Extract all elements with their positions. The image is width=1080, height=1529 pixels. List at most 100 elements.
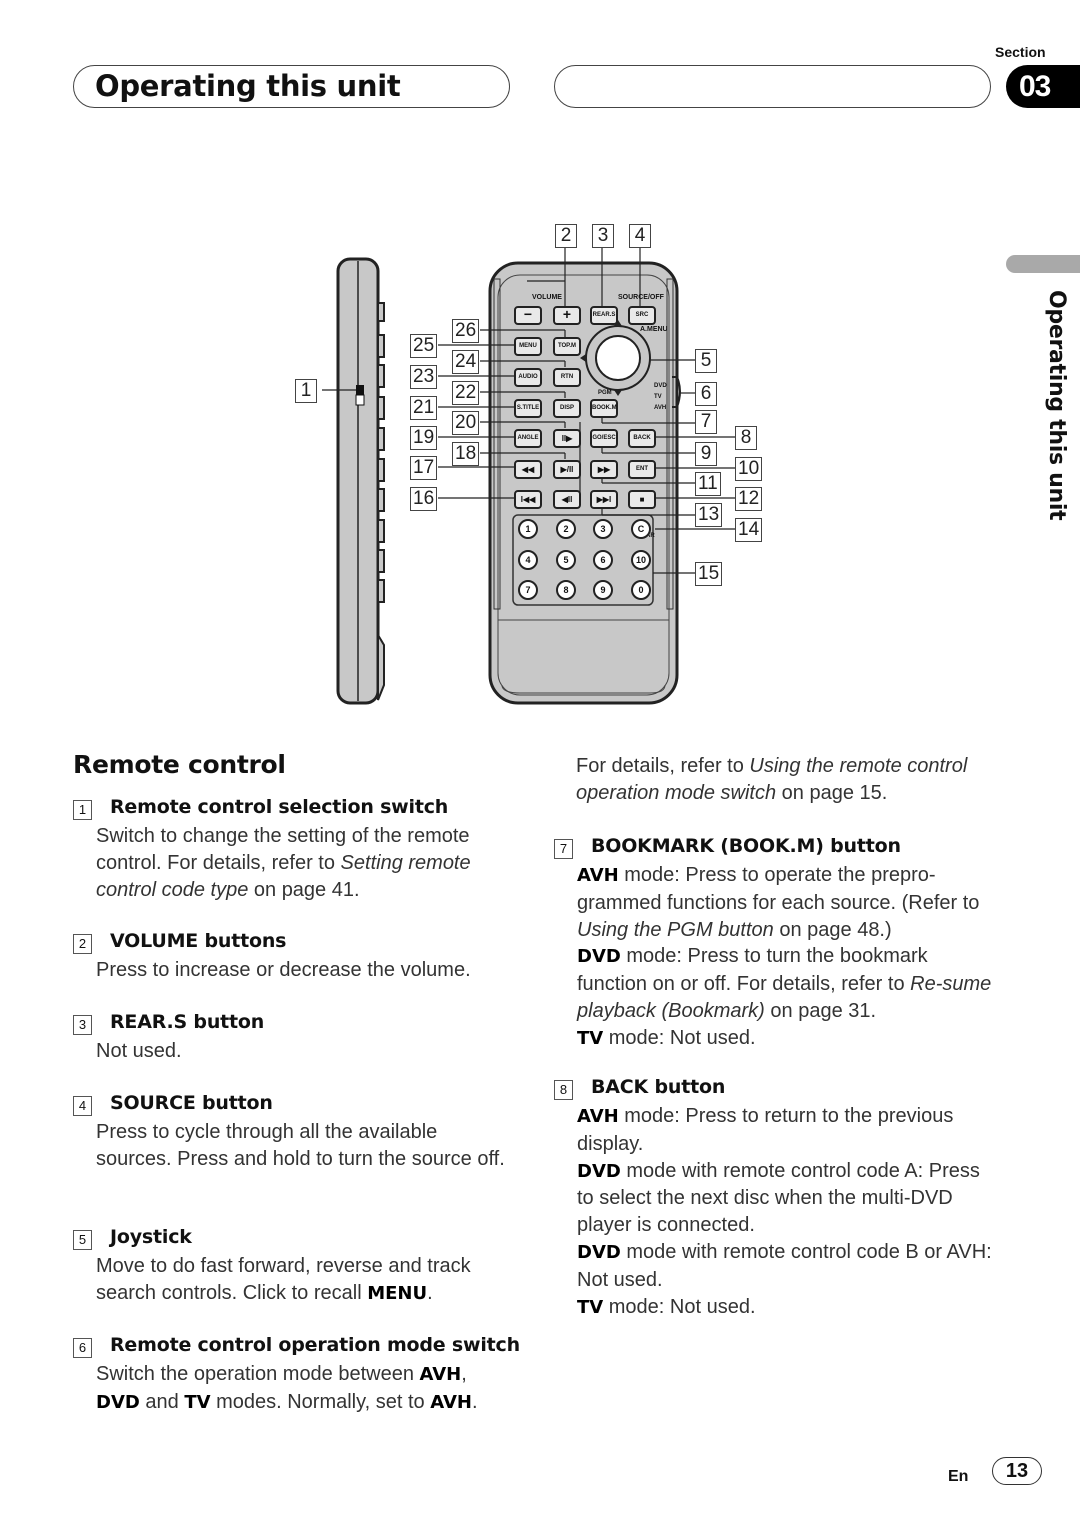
- ent-button[interactable]: ENT: [628, 460, 656, 479]
- num-key-3[interactable]: 3: [593, 519, 613, 539]
- text: .: [427, 1281, 433, 1304]
- callout-26: 26: [452, 319, 480, 343]
- previous-track-button[interactable]: I◀◀: [514, 490, 542, 509]
- emphasis: DVD: [577, 1160, 621, 1182]
- src-button[interactable]: SRC: [628, 306, 656, 325]
- callout-17: 17: [410, 456, 438, 480]
- rear-s-button[interactable]: REAR.S: [590, 306, 618, 325]
- section-number: 03: [1006, 65, 1080, 108]
- emphasis: DVD: [96, 1391, 140, 1413]
- callout-22: 22: [452, 381, 480, 405]
- pgm-label: PGM: [598, 390, 612, 396]
- mode-dvd-label: DVD: [654, 383, 667, 389]
- callout-4: 4: [629, 224, 651, 248]
- clear-button[interactable]: C: [631, 519, 651, 539]
- source-off-label: SOURCE/OFF: [618, 294, 664, 301]
- item-number: 8: [554, 1080, 573, 1100]
- item-title: Joystick: [110, 1226, 192, 1248]
- slow-reverse-button[interactable]: ◀II: [553, 490, 581, 509]
- text: Switch the operation mode between: [96, 1363, 420, 1385]
- item-title: SOURCE button: [110, 1092, 273, 1114]
- item-description: AVH mode: Press to return to the previou…: [577, 1103, 997, 1321]
- top-m-button[interactable]: TOP.M: [553, 337, 581, 356]
- audio-button[interactable]: AUDIO: [514, 368, 542, 387]
- s-title-button[interactable]: S.TITLE: [514, 399, 542, 418]
- angle-button[interactable]: ANGLE: [514, 429, 542, 448]
- dvd-code-a-text: DVD mode with remote control code A: Pre…: [577, 1158, 997, 1239]
- dvd-mode-text: DVD mode: Press to turn the bookmark fun…: [577, 943, 997, 1024]
- language-label: En: [948, 1468, 969, 1485]
- remote-control-diagram: VOLUME SOURCE/OFF A.MENU PGM CLEAR DVD T…: [280, 215, 800, 715]
- text: mode: Not used.: [603, 1295, 756, 1318]
- num-key-5[interactable]: 5: [556, 550, 576, 570]
- callout-3: 3: [592, 224, 614, 248]
- num-key-0[interactable]: 0: [631, 580, 651, 600]
- item-title: REAR.S button: [110, 1011, 265, 1033]
- tv-mode-text: TV mode: Not used.: [577, 1025, 997, 1053]
- callout-19: 19: [410, 426, 438, 450]
- emphasis: AVH: [419, 1364, 462, 1385]
- text: on page 41.: [248, 878, 360, 901]
- slow-forward-button[interactable]: II▶: [553, 429, 581, 448]
- num-key-9[interactable]: 9: [593, 580, 613, 600]
- num-key-4[interactable]: 4: [518, 550, 538, 570]
- callout-8: 8: [735, 426, 757, 450]
- text: ,: [461, 1363, 467, 1385]
- item-description: Not used.: [96, 1040, 182, 1062]
- text: on page 31.: [764, 999, 877, 1022]
- emphasis: AVH: [430, 1391, 472, 1413]
- text: and: [139, 1390, 185, 1413]
- item-description: Press to increase or decrease the volume…: [96, 959, 471, 981]
- cross-reference: Using the PGM button: [577, 918, 774, 941]
- emphasis: AVH: [577, 1106, 619, 1127]
- callout-14: 14: [735, 518, 763, 542]
- callout-21: 21: [410, 396, 438, 420]
- num-key-7[interactable]: 7: [518, 580, 538, 600]
- text: mode: Not used.: [603, 1026, 756, 1049]
- emphasis: DVD: [577, 946, 621, 968]
- text: on page 48.): [773, 918, 892, 941]
- menu-button[interactable]: MENU: [514, 337, 542, 356]
- go-esc-button[interactable]: GO/ESC: [590, 429, 618, 448]
- volume-up-button[interactable]: +: [553, 306, 581, 325]
- page-number: 13: [992, 1457, 1042, 1485]
- next-track-button[interactable]: ▶▶I: [590, 490, 618, 509]
- book-m-button[interactable]: BOOK.M: [590, 399, 618, 418]
- text: mode with remote control code B or AVH: …: [577, 1240, 992, 1291]
- item-6-continued: For details, refer to Using the remote c…: [576, 753, 996, 807]
- num-key-10[interactable]: 10: [631, 550, 651, 570]
- volume-down-button[interactable]: −: [514, 306, 542, 325]
- callout-20: 20: [452, 411, 480, 435]
- header-empty-pill: [554, 65, 991, 108]
- item-title: Remote control selection switch: [110, 796, 449, 818]
- tv-mode-text: TV mode: Not used.: [577, 1294, 997, 1322]
- callout-15: 15: [695, 562, 723, 586]
- disp-button[interactable]: DISP: [553, 399, 581, 418]
- fast-forward-button[interactable]: ▶▶: [590, 460, 618, 479]
- text: modes. Normally, set to: [210, 1390, 431, 1413]
- mode-tv-label: TV: [654, 394, 662, 400]
- item-number: 3: [73, 1015, 92, 1035]
- text: mode with remote control code A: Press t…: [577, 1159, 980, 1237]
- callout-16: 16: [410, 487, 438, 511]
- item-number: 4: [73, 1096, 92, 1116]
- play-pause-button[interactable]: ▶/II: [553, 460, 581, 479]
- num-key-8[interactable]: 8: [556, 580, 576, 600]
- callout-13: 13: [695, 503, 723, 527]
- avh-mode-text: AVH mode: Press to return to the previou…: [577, 1103, 997, 1158]
- num-key-1[interactable]: 1: [518, 519, 538, 539]
- back-button[interactable]: BACK: [628, 429, 656, 448]
- avh-mode-text: AVH mode: Press to operate the prepro-gr…: [577, 862, 997, 943]
- callout-2: 2: [555, 224, 577, 248]
- item-title: VOLUME buttons: [110, 930, 287, 952]
- callout-11: 11: [695, 472, 721, 496]
- num-key-6[interactable]: 6: [593, 550, 613, 570]
- num-key-2[interactable]: 2: [556, 519, 576, 539]
- emphasis: MENU: [367, 1282, 428, 1304]
- volume-label: VOLUME: [532, 294, 562, 301]
- text: mode: Press to return to the previous di…: [577, 1105, 954, 1155]
- rewind-button[interactable]: ◀◀: [514, 460, 542, 479]
- stop-button[interactable]: ■: [628, 490, 656, 509]
- rtn-button[interactable]: RTN: [553, 368, 581, 387]
- page-title: Operating this unit: [95, 69, 401, 103]
